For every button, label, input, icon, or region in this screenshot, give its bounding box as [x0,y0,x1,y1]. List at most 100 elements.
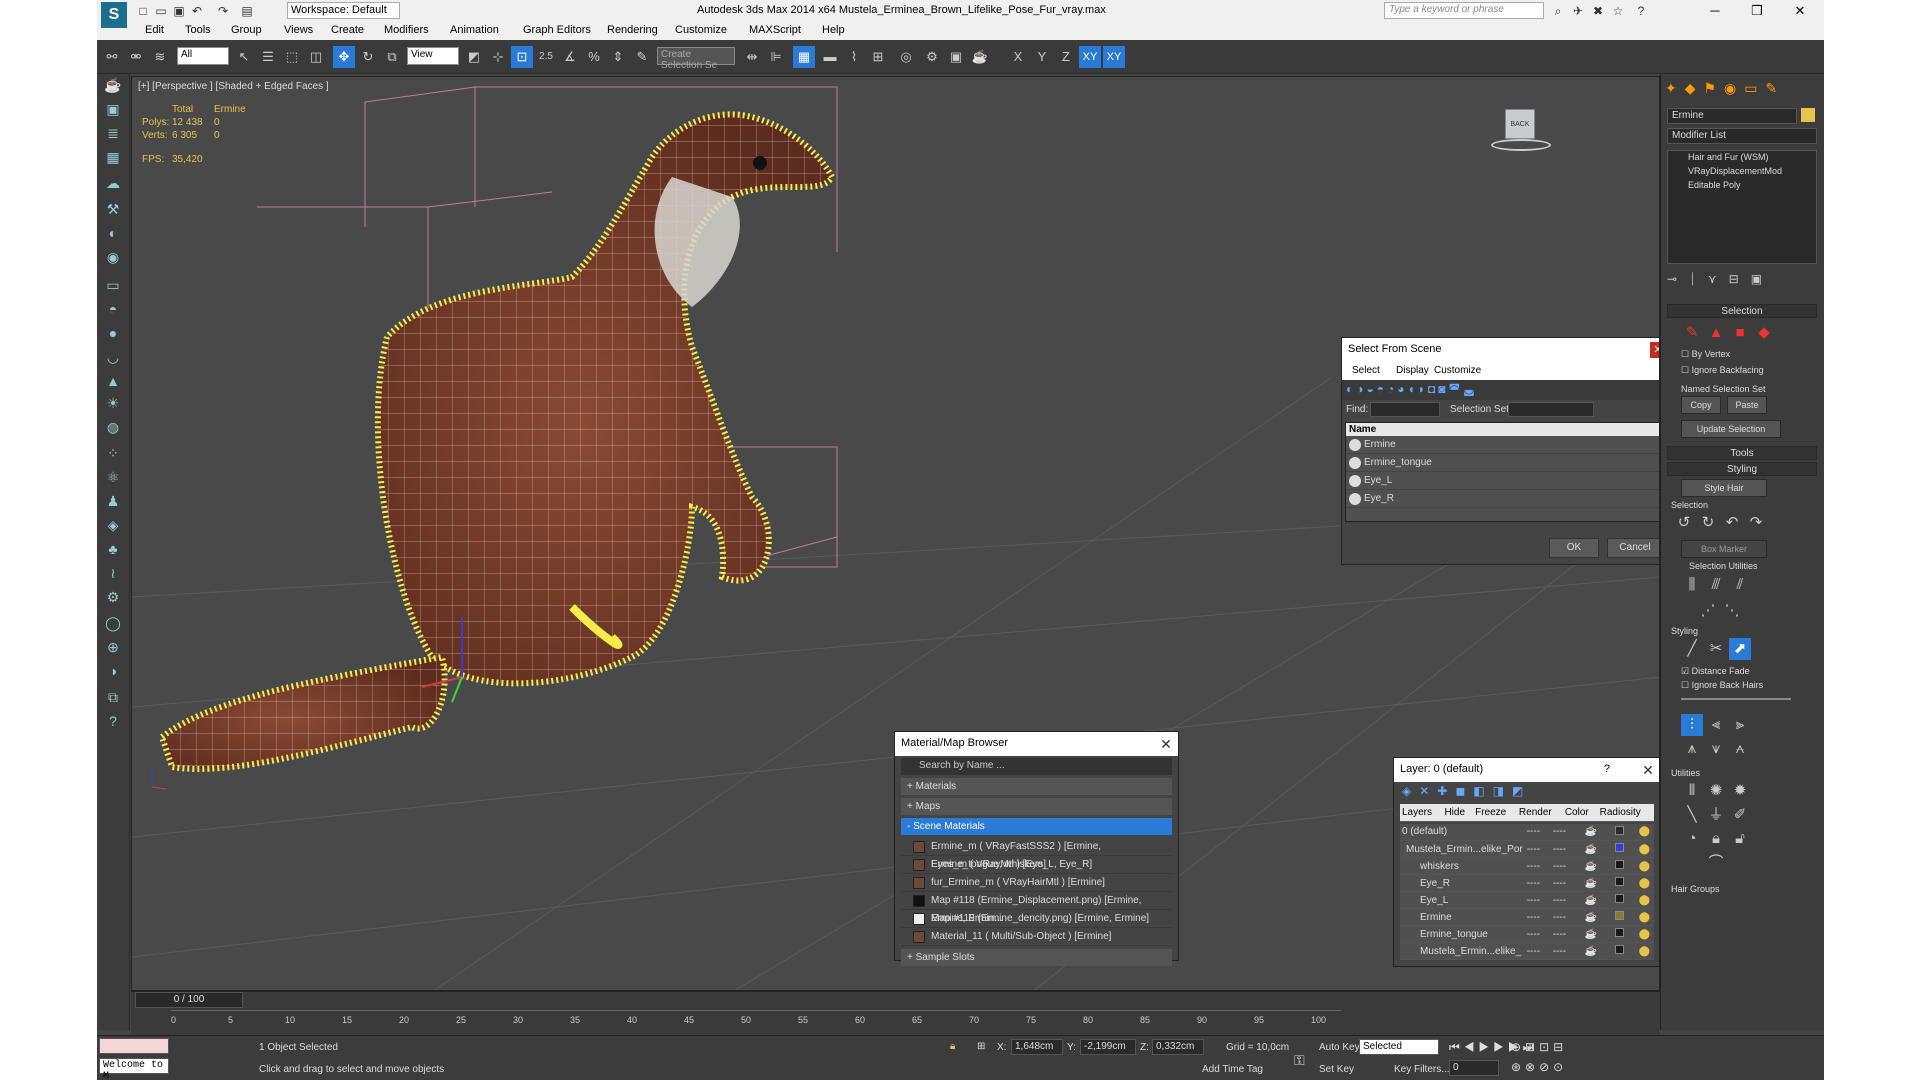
select-and-scale-icon[interactable]: ⧉ [381,46,403,68]
sfs-item-ermine-tongue[interactable]: Ermine_tongue [1346,454,1659,472]
add-time-tag[interactable]: Add Time Tag [1202,1064,1263,1075]
layer-color-swatch[interactable] [1612,874,1637,892]
bind-space-warp-icon[interactable]: ≋ [149,46,171,68]
ignore-back-hairs-checkbox[interactable]: ☐ Ignore Back Hairs [1681,680,1763,691]
expand-selection-icon[interactable]: ⫽ [1729,574,1751,596]
render-teapot-icon[interactable]: ☕ [1582,840,1613,858]
col-hide[interactable]: Hide [1442,804,1474,822]
layer-color-swatch[interactable] [1612,891,1637,909]
align-icon[interactable]: ⊫ [765,46,787,68]
help-icon[interactable]: ? [1633,3,1649,19]
sfs-item-eye-r[interactable]: Eye_R [1346,490,1659,508]
stand-icon[interactable]: ⫷ [1705,714,1727,736]
radiosity-icon[interactable]: ⬤ [1636,942,1654,960]
render-teapot-icon[interactable]: ☕ [1582,942,1613,960]
axis-xy-button[interactable]: XY [1079,46,1101,68]
layer-row[interactable]: 0 (default) ---- ---- ☕ ⬤ [1400,823,1654,841]
render-icon[interactable]: ▣ [102,98,124,120]
cancel-button[interactable]: Cancel [1607,538,1659,558]
close-icon[interactable]: ✕ [1158,736,1174,752]
bowl-icon[interactable]: ◡ [102,346,124,368]
col-layers[interactable]: Layers [1400,804,1443,822]
scene-icon[interactable]: ◑ [102,660,124,682]
radiosity-icon[interactable]: ⬤ [1636,891,1654,909]
sfs-menu-display[interactable]: Display [1396,365,1429,376]
col-render[interactable]: Render [1516,804,1563,822]
layer-freeze[interactable]: ---- [1550,874,1583,892]
search-input[interactable]: Type a keyword or phrase [1384,2,1544,19]
plane-icon[interactable]: ▭ [102,274,124,296]
particles-icon[interactable]: ⁘ [102,442,124,464]
layer-freeze[interactable]: ---- [1550,857,1583,875]
select-by-name-icon[interactable]: ☰ [257,46,279,68]
rotate-selection-icon[interactable]: ⫻ [1705,574,1727,596]
absolute-mode-icon[interactable]: ⊞ [977,1041,985,1052]
viewport-label[interactable]: [+] [Perspective ] [Shaded + Edged Faces… [138,81,329,92]
select-tip-icon[interactable]: ↷ [1745,512,1767,534]
layer-row[interactable]: Eye_R ---- ---- ☕ ⬤ [1400,874,1654,892]
hemisphere-icon[interactable]: ◓ [102,298,124,320]
sphere-icon[interactable]: ● [102,322,124,344]
clump-icon[interactable]: ⩚ [1681,738,1703,760]
layer-hide[interactable]: ---- [1524,857,1551,875]
globe-icon[interactable]: ◈ [102,514,124,536]
hair-brush-icon[interactable]: ╱ [1681,638,1703,660]
select-and-link-icon[interactable]: ⚯ [101,46,123,68]
undo-hair-icon[interactable]: ⌒ [1705,852,1727,874]
brush-size-slider[interactable] [1681,698,1791,700]
layer-row[interactable]: Ermine_tongue ---- ---- ☕ ⬤ [1400,925,1654,943]
layer-explorer-icon[interactable]: ▦ [793,46,815,68]
layer-color-swatch[interactable] [1612,823,1637,841]
layer-row[interactable]: Mustela_Ermin...elike_Por ---- ---- ☕ ⬤ [1400,840,1654,858]
molecule-icon[interactable]: ⚛ [102,466,124,488]
section-materials[interactable]: + Materials [901,778,1172,795]
menu-modifiers[interactable]: Modifiers [384,24,429,36]
layer-freeze[interactable]: ---- [1550,925,1583,943]
menu-edit[interactable]: Edit [145,24,164,36]
hide-selected-icon[interactable]: ⋰ [1697,600,1719,622]
menu-help[interactable]: Help [822,24,845,36]
axis-x-button[interactable]: X [1007,46,1029,68]
object-name-field[interactable]: Ermine [1667,108,1797,124]
spinner-snap-icon[interactable]: ⇕ [607,46,629,68]
layer-hide[interactable]: ---- [1524,823,1551,841]
col-freeze[interactable]: Freeze [1473,804,1517,822]
menu-views[interactable]: Views [284,24,313,36]
material-row[interactable]: Eyes_m ( VRayMtl ) [Eye_L, Eye_R] [901,856,1172,874]
puff-roots-icon[interactable]: ⫸ [1729,714,1751,736]
recomb-icon[interactable]: ◔ [1681,828,1703,850]
menu-tools[interactable]: Tools [185,24,211,36]
layer-freeze[interactable]: ---- [1550,840,1583,858]
select-and-rotate-icon[interactable]: ↻ [357,46,379,68]
stack-item-vray-displacement[interactable]: VRayDisplacementMod [1668,165,1816,179]
material-row[interactable]: Map #118 (Ermine_Displacement.png) [Ermi… [901,892,1172,924]
render-production-icon[interactable]: ☕ [969,46,991,68]
layer-row[interactable]: Ermine ---- ---- ☕ ⬤ [1400,908,1654,926]
percent-snap-icon[interactable]: % [583,46,605,68]
auto-key-button[interactable]: Auto Key [1319,1042,1360,1053]
close-icon[interactable]: ✕ [1640,762,1656,778]
translate-icon[interactable]: ⫶ [1681,714,1703,736]
pop-selected-icon[interactable]: ✺ [1705,780,1727,802]
stack-item-hair-and-fur[interactable]: Hair and Fur (WSM) [1668,151,1816,165]
curve-editor-icon[interactable]: ⌇ [843,46,865,68]
pop-zero-icon[interactable]: ✹ [1729,780,1751,802]
col-color[interactable]: Color [1562,804,1598,822]
layer-color-swatch[interactable] [1612,925,1637,943]
cone-icon[interactable]: ▲ [102,370,124,392]
layer-hide[interactable]: ---- [1524,874,1551,892]
reference-coordinate-dropdown[interactable]: View [407,47,459,65]
copy-icon[interactable]: ⧉ [102,686,124,708]
rotate-icon[interactable]: ⩛ [1705,738,1727,760]
section-scene-materials[interactable]: - Scene Materials [901,818,1172,835]
light-icon[interactable]: ☁ [102,172,124,194]
gold-sphere-icon[interactable]: ◍ [102,416,124,438]
camera-icon[interactable]: ◉ [102,246,124,268]
edit-named-selection-icon[interactable]: ✎ [631,46,653,68]
communication-icon[interactable]: ✖ [1590,3,1606,19]
section-maps[interactable]: + Maps [901,798,1172,815]
style-hair-button[interactable]: Style Hair [1681,479,1767,497]
layer-row[interactable]: Mustela_Ermin...elike_ ---- ---- ☕ ⬤ [1400,942,1654,960]
ok-button[interactable]: OK [1549,538,1599,558]
menu-graph-editors[interactable]: Graph Editors [523,24,591,36]
